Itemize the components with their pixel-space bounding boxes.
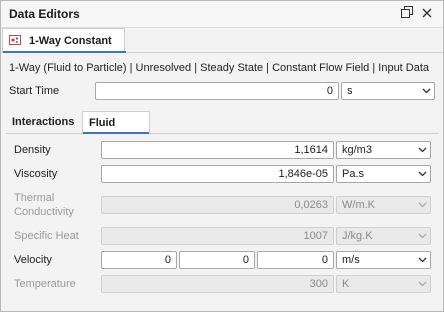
velocity-unit-select[interactable]: m/s <box>336 251 431 269</box>
data-editors-window: Data Editors 1-Way Constant 1-Way (Fluid… <box>0 0 444 312</box>
start-time-input[interactable]: 0 <box>95 82 339 100</box>
start-time-unit-value: s <box>347 85 353 97</box>
tab-label: 1-Way Constant <box>29 35 112 47</box>
property-tabs: Interactions Fluid Flow <box>6 111 439 151</box>
start-time-label: Start Time <box>9 85 60 97</box>
velocity-x-input[interactable]: 0 <box>101 251 177 269</box>
thermal-conductivity-unit-value: W/m.K <box>342 199 375 211</box>
temperature-unit-value: K <box>342 278 350 290</box>
specific-heat-unit-select: J/kg.K <box>336 227 431 245</box>
thermal-conductivity-input: 0,0263 <box>101 196 334 214</box>
velocity-y-input[interactable]: 0 <box>179 251 255 269</box>
close-icon[interactable] <box>419 6 435 22</box>
chevron-down-icon <box>418 202 427 208</box>
chevron-down-icon <box>418 233 427 239</box>
velocity-label: Velocity <box>14 254 52 266</box>
specific-heat-unit-value: J/kg.K <box>342 230 373 242</box>
density-unit-select[interactable]: kg/m3 <box>336 141 431 159</box>
thermal-conductivity-unit-select: W/m.K <box>336 196 431 214</box>
model-summary: 1-Way (Fluid to Particle) | Unresolved |… <box>9 62 430 74</box>
chevron-down-icon <box>418 281 427 287</box>
chevron-down-icon <box>422 88 431 94</box>
chevron-down-icon <box>418 257 427 263</box>
viscosity-unit-select[interactable]: Pa.s <box>336 165 431 183</box>
active-tab-indicator <box>3 51 126 53</box>
specific-heat-input: 1007 <box>101 227 334 245</box>
density-label: Density <box>14 144 51 156</box>
specific-heat-label: Specific Heat <box>14 230 79 242</box>
particle-model-icon <box>9 34 21 46</box>
viscosity-label: Viscosity <box>14 168 58 180</box>
start-time-unit-select[interactable]: s <box>341 82 435 100</box>
title-bar: Data Editors <box>1 1 443 28</box>
velocity-z-input[interactable]: 0 <box>257 251 334 269</box>
chevron-down-icon <box>418 171 427 177</box>
window-title: Data Editors <box>9 7 80 21</box>
density-input[interactable]: 1,1614 <box>101 141 334 159</box>
density-unit-value: kg/m3 <box>342 144 372 156</box>
viscosity-unit-value: Pa.s <box>342 168 365 180</box>
temperature-unit-select: K <box>336 275 431 293</box>
tab-interactions[interactable]: Interactions <box>6 111 80 133</box>
temperature-input: 300 <box>101 275 334 293</box>
chevron-down-icon <box>418 147 427 153</box>
velocity-unit-value: m/s <box>342 254 360 266</box>
document-tabs: 1-Way Constant <box>1 28 443 53</box>
viscosity-input[interactable]: 1,846e-05 <box>101 165 334 183</box>
tab-1-way-constant[interactable]: 1-Way Constant <box>2 28 126 53</box>
thermal-conductivity-label: Thermal Conductivity <box>14 192 74 218</box>
temperature-label: Temperature <box>14 278 76 290</box>
tab-fluid-flow[interactable]: Fluid Flow <box>82 111 150 151</box>
float-window-icon[interactable] <box>399 6 415 22</box>
